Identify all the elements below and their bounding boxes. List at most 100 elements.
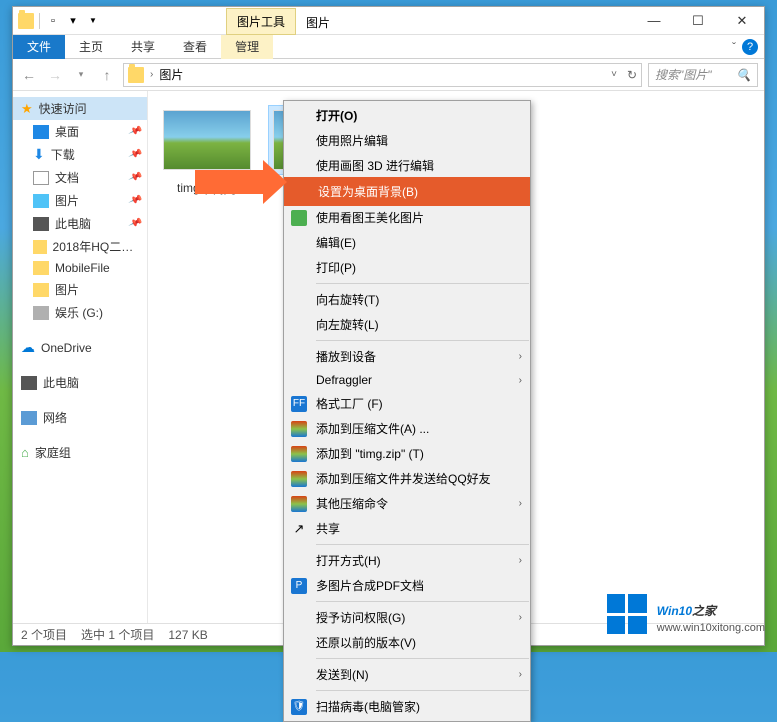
star-icon: ★ <box>21 101 33 117</box>
ctx-add-archive[interactable]: 添加到压缩文件(A) ... <box>284 416 530 441</box>
thumbnail <box>163 110 251 170</box>
sidebar-item-drive[interactable]: 娱乐 (G:) <box>13 301 147 324</box>
submenu-arrow-icon: › <box>519 498 522 509</box>
ctx-set-wallpaper[interactable]: 设置为桌面背景(B) <box>286 179 528 204</box>
sidebar-item-desktop[interactable]: 桌面📌 <box>13 120 147 143</box>
shield-icon: 🛡 <box>290 698 308 716</box>
sidebar-thispc[interactable]: 此电脑 <box>13 371 147 394</box>
qat-item[interactable]: ▾ <box>64 12 82 30</box>
ctx-separator <box>316 601 529 602</box>
sidebar-item-folder[interactable]: 图片 <box>13 278 147 301</box>
ctx-paint3d[interactable]: 使用画图 3D 进行编辑 <box>284 153 530 178</box>
zip-icon <box>290 420 308 438</box>
tab-manage[interactable]: 管理 <box>221 35 273 59</box>
ctx-send-to[interactable]: 发送到(N)› <box>284 662 530 687</box>
pin-icon: 📌 <box>127 216 142 231</box>
ribbon: 文件 主页 共享 查看 管理 ˇ ? <box>13 35 764 59</box>
tab-home[interactable]: 主页 <box>65 35 117 59</box>
ctx-separator <box>316 544 529 545</box>
annotation-arrow <box>195 170 265 194</box>
ctx-separator <box>316 658 529 659</box>
search-input[interactable]: 搜索"图片" 🔍 <box>648 63 758 87</box>
window-title: 图片 <box>296 9 340 35</box>
pin-icon: 📌 <box>127 193 142 208</box>
address-bar-row: ← → ▾ ↑ › 图片 ˅ ↻ 搜索"图片" 🔍 <box>13 59 764 91</box>
pin-icon: 📌 <box>127 170 142 185</box>
ctx-cast[interactable]: 播放到设备› <box>284 344 530 369</box>
ctx-share[interactable]: ↗共享 <box>284 516 530 541</box>
share-icon: ↗ <box>290 520 308 538</box>
cloud-icon: ☁ <box>21 339 35 356</box>
ctx-format-factory[interactable]: FF格式工厂 (F) <box>284 391 530 416</box>
forward-button[interactable]: → <box>45 65 65 85</box>
tab-view[interactable]: 查看 <box>169 35 221 59</box>
up-button[interactable]: ↑ <box>97 65 117 85</box>
submenu-arrow-icon: › <box>519 351 522 362</box>
pdf-icon: P <box>290 577 308 595</box>
refresh-icon[interactable]: ↻ <box>627 68 637 82</box>
contextual-tab[interactable]: 图片工具 <box>226 8 296 35</box>
ctx-multi-pdf[interactable]: P多图片合成PDF文档 <box>284 573 530 598</box>
sidebar-homegroup[interactable]: ⌂家庭组 <box>13 441 147 464</box>
ctx-restore[interactable]: 还原以前的版本(V) <box>284 630 530 655</box>
ctx-separator <box>316 690 529 691</box>
folder-icon <box>33 283 49 297</box>
ctx-rotate-right[interactable]: 向右旋转(T) <box>284 287 530 312</box>
ctx-other-zip[interactable]: 其他压缩命令› <box>284 491 530 516</box>
ctx-edit-photo[interactable]: 使用照片编辑 <box>284 128 530 153</box>
download-icon: ⬇ <box>33 146 45 163</box>
homegroup-icon: ⌂ <box>21 445 29 460</box>
sidebar-item-folder[interactable]: MobileFile <box>13 258 147 278</box>
submenu-arrow-icon: › <box>519 375 522 386</box>
zip-icon <box>290 470 308 488</box>
addr-dropdown-icon[interactable]: ˅ <box>611 69 617 80</box>
sidebar-item-pictures[interactable]: 图片📌 <box>13 189 147 212</box>
search-icon: 🔍 <box>736 68 751 82</box>
tab-file[interactable]: 文件 <box>13 35 65 59</box>
help-icon[interactable]: ? <box>742 39 758 55</box>
selected-count: 选中 1 个项目 <box>81 626 154 643</box>
ctx-print[interactable]: 打印(P) <box>284 255 530 280</box>
ctx-defraggler[interactable]: Defraggler› <box>284 369 530 391</box>
sidebar-item-thispc[interactable]: 此电脑📌 <box>13 212 147 235</box>
ctx-separator <box>316 283 529 284</box>
ctx-add-qq[interactable]: 添加到压缩文件并发送给QQ好友 <box>284 466 530 491</box>
context-menu: 打开(O) 使用照片编辑 使用画图 3D 进行编辑 设置为桌面背景(B) 使用看… <box>283 100 531 722</box>
folder-icon <box>33 261 49 275</box>
zip-icon <box>290 445 308 463</box>
minimize-button[interactable]: — <box>632 7 676 35</box>
ctx-scan[interactable]: 🛡扫描病毒(电脑管家) <box>284 694 530 719</box>
app-icon: FF <box>290 395 308 413</box>
recent-dropdown[interactable]: ▾ <box>71 65 91 85</box>
ctx-grant-access[interactable]: 授予访问权限(G)› <box>284 605 530 630</box>
pc-icon <box>33 217 49 231</box>
ctx-separator <box>316 340 529 341</box>
ctx-rotate-left[interactable]: 向左旋转(L) <box>284 312 530 337</box>
address-bar[interactable]: › 图片 ˅ ↻ <box>123 63 642 87</box>
close-button[interactable]: ✕ <box>720 7 764 35</box>
qat-dropdown[interactable]: ▼ <box>84 12 102 30</box>
ctx-edit[interactable]: 编辑(E) <box>284 230 530 255</box>
pin-icon: 📌 <box>127 124 142 139</box>
ctx-add-zip[interactable]: 添加到 "timg.zip" (T) <box>284 441 530 466</box>
qat-item[interactable]: ▫ <box>44 12 62 30</box>
sidebar-item-folder[interactable]: 2018年HQ二建公路 <box>13 235 147 258</box>
ctx-open[interactable]: 打开(O) <box>284 103 530 128</box>
sidebar-network[interactable]: 网络 <box>13 406 147 429</box>
ctx-open-with[interactable]: 打开方式(H)› <box>284 548 530 573</box>
submenu-arrow-icon: › <box>519 669 522 680</box>
ctx-beautify[interactable]: 使用看图王美化图片 <box>284 205 530 230</box>
network-icon <box>21 411 37 425</box>
sidebar-item-documents[interactable]: 文档📌 <box>13 166 147 189</box>
sidebar-quick-access[interactable]: ★ 快速访问 <box>13 97 147 120</box>
drive-icon <box>33 306 49 320</box>
ribbon-expand-icon[interactable]: ˇ <box>732 40 736 54</box>
zip-icon <box>290 495 308 513</box>
tab-share[interactable]: 共享 <box>117 35 169 59</box>
maximize-button[interactable]: ☐ <box>676 7 720 35</box>
sidebar-onedrive[interactable]: ☁OneDrive <box>13 336 147 359</box>
watermark-url: www.win10xitong.com <box>657 622 765 634</box>
back-button[interactable]: ← <box>19 65 39 85</box>
breadcrumb-item[interactable]: 图片 <box>159 66 183 83</box>
sidebar-item-downloads[interactable]: ⬇下载📌 <box>13 143 147 166</box>
